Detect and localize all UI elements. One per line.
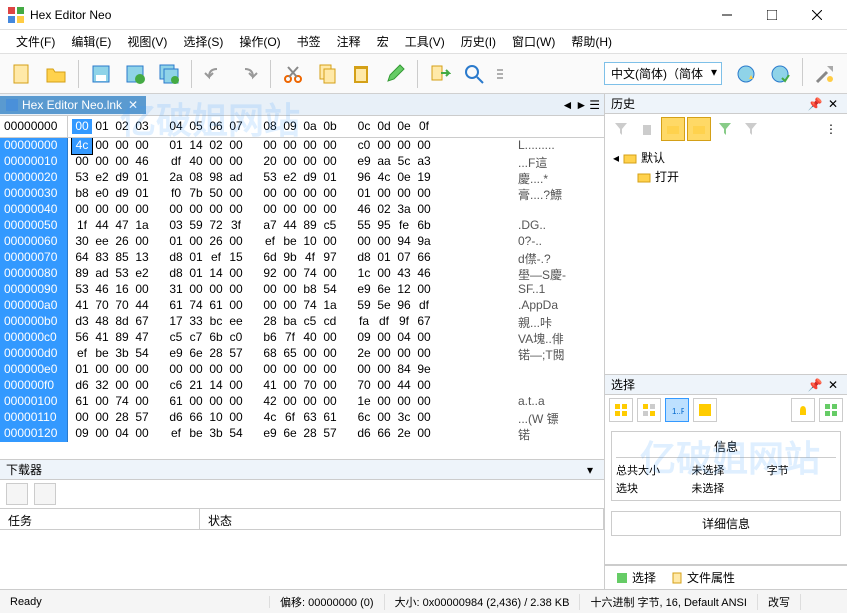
sel-hand-button[interactable] bbox=[791, 398, 815, 422]
label-unsel1: 未选择 bbox=[691, 462, 760, 478]
hist-delete-button[interactable] bbox=[635, 117, 659, 141]
col-task[interactable]: 任务 bbox=[0, 509, 200, 529]
sel-mode3-button[interactable]: 1..F bbox=[665, 398, 689, 422]
menu-window[interactable]: 窗口(W) bbox=[504, 31, 563, 52]
tab-menu-icon[interactable]: ☰ bbox=[589, 98, 600, 112]
hist-filter1-button[interactable] bbox=[609, 117, 633, 141]
pin-icon-2[interactable]: 📌 bbox=[807, 377, 823, 393]
saveall-button[interactable] bbox=[153, 58, 185, 90]
tab-label: Hex Editor Neo.lnk bbox=[22, 98, 122, 112]
status-ready: Ready bbox=[0, 596, 270, 608]
cut-button[interactable] bbox=[277, 58, 309, 90]
editor-tabs: Hex Editor Neo.lnk ✕ ◄ ► ☰ bbox=[0, 94, 604, 116]
window-title: Hex Editor Neo bbox=[30, 8, 704, 22]
minimize-button[interactable] bbox=[704, 1, 749, 29]
redo-button[interactable] bbox=[232, 58, 264, 90]
close-button[interactable] bbox=[794, 1, 839, 29]
menubar: 文件(F) 编辑(E) 视图(V) 选择(S) 操作(O) 书签 注释 宏 工具… bbox=[0, 30, 847, 54]
detail-button[interactable]: 详细信息 bbox=[611, 511, 841, 536]
new-button[interactable] bbox=[6, 58, 38, 90]
history-panel: 历史 📌 ✕ ⋮ ◂ 默认 打开 bbox=[605, 94, 847, 375]
tab-next-icon[interactable]: ► bbox=[575, 98, 587, 112]
selection-panel: 选择 📌 ✕ 1..F 信息 总共大小 未选择 字节 选块 bbox=[605, 375, 847, 565]
history-root[interactable]: ◂ 默认 bbox=[613, 148, 839, 167]
globe-check-button[interactable] bbox=[764, 58, 796, 90]
label-unsel2: 未选择 bbox=[691, 480, 760, 496]
hist-folder1-button[interactable] bbox=[661, 117, 685, 141]
file-icon bbox=[6, 99, 18, 111]
language-select[interactable]: 中文(简体)（简体 bbox=[604, 62, 722, 85]
history-child[interactable]: 打开 bbox=[613, 167, 839, 186]
menu-select[interactable]: 选择(S) bbox=[175, 31, 231, 52]
hist-folder2-button[interactable] bbox=[687, 117, 711, 141]
edit-button[interactable] bbox=[379, 58, 411, 90]
collapse-icon[interactable]: ▾ bbox=[582, 462, 598, 478]
app-icon bbox=[8, 7, 24, 23]
menu-history[interactable]: 历史(I) bbox=[453, 31, 504, 52]
menu-annot[interactable]: 注释 bbox=[329, 31, 369, 52]
save-button[interactable] bbox=[85, 58, 117, 90]
sel-mode1-button[interactable] bbox=[609, 398, 633, 422]
col-status[interactable]: 状态 bbox=[200, 509, 604, 529]
svg-text:1..F: 1..F bbox=[672, 407, 684, 416]
settings-button[interactable] bbox=[809, 58, 841, 90]
close-panel-icon[interactable]: ✕ bbox=[825, 96, 841, 112]
btab-fileprops[interactable]: 文件属性 bbox=[666, 567, 739, 588]
history-title: 历史 bbox=[611, 95, 805, 112]
menu-view[interactable]: 视图(V) bbox=[119, 31, 175, 52]
close-tab-icon[interactable]: ✕ bbox=[126, 98, 140, 112]
more-button[interactable] bbox=[492, 58, 508, 90]
offset-header: 00000000 bbox=[0, 116, 68, 137]
copy-button[interactable] bbox=[311, 58, 343, 90]
downloader-panel: 下载器 ▾ 任务 状态 bbox=[0, 459, 604, 589]
find-button[interactable] bbox=[458, 58, 490, 90]
menu-macro[interactable]: 宏 bbox=[369, 31, 397, 52]
statusbar: Ready 偏移: 00000000 (0) 大小: 0x00000984 (2… bbox=[0, 589, 847, 613]
hist-filter2-button[interactable] bbox=[713, 117, 737, 141]
label-bytes: 字节 bbox=[767, 462, 836, 478]
hist-filter3-button[interactable] bbox=[739, 117, 763, 141]
info-group-title: 信息 bbox=[616, 436, 836, 458]
undo-button[interactable] bbox=[198, 58, 230, 90]
menu-edit[interactable]: 编辑(E) bbox=[63, 31, 119, 52]
downloader-title: 下载器 bbox=[6, 461, 582, 478]
goto-button[interactable] bbox=[424, 58, 456, 90]
close-panel-icon-2[interactable]: ✕ bbox=[825, 377, 841, 393]
download-add-button[interactable] bbox=[6, 483, 28, 505]
status-mode: 改写 bbox=[758, 594, 801, 610]
globe-star-button[interactable] bbox=[730, 58, 762, 90]
download-remove-button[interactable] bbox=[34, 483, 56, 505]
maximize-button[interactable] bbox=[749, 1, 794, 29]
sel-mode2-button[interactable] bbox=[637, 398, 661, 422]
pin-icon[interactable]: 📌 bbox=[807, 96, 823, 112]
menu-ops[interactable]: 操作(O) bbox=[231, 31, 288, 52]
open-button[interactable] bbox=[40, 58, 72, 90]
selection-title: 选择 bbox=[611, 376, 805, 393]
sel-mode4-button[interactable] bbox=[693, 398, 717, 422]
btab-selection[interactable]: 选择 bbox=[611, 567, 660, 588]
status-offset: 偏移: 00000000 (0) bbox=[270, 594, 385, 610]
tab-prev-icon[interactable]: ◄ bbox=[561, 98, 573, 112]
label-block: 选块 bbox=[616, 480, 685, 496]
tab-file[interactable]: Hex Editor Neo.lnk ✕ bbox=[0, 96, 146, 114]
sel-grid-button[interactable] bbox=[819, 398, 843, 422]
label-total: 总共大小 bbox=[616, 462, 685, 478]
hex-grid[interactable]: 000000004c0000000114020000000000c0000000… bbox=[0, 138, 604, 459]
status-size: 大小: 0x00000984 (2,436) / 2.38 KB bbox=[385, 594, 581, 610]
hist-more-button[interactable]: ⋮ bbox=[819, 117, 843, 141]
menu-file[interactable]: 文件(F) bbox=[8, 31, 63, 52]
paste-button[interactable] bbox=[345, 58, 377, 90]
saveas-button[interactable] bbox=[119, 58, 151, 90]
status-enc: 十六进制 字节, 16, Default ANSI bbox=[580, 594, 758, 610]
menu-tools[interactable]: 工具(V) bbox=[397, 31, 453, 52]
hex-header: 00000000 000102030405060708090a0b0c0d0e0… bbox=[0, 116, 604, 138]
menu-bookmarks[interactable]: 书签 bbox=[289, 31, 329, 52]
menu-help[interactable]: 帮助(H) bbox=[563, 31, 620, 52]
toolbar: 中文(简体)（简体 bbox=[0, 54, 847, 94]
